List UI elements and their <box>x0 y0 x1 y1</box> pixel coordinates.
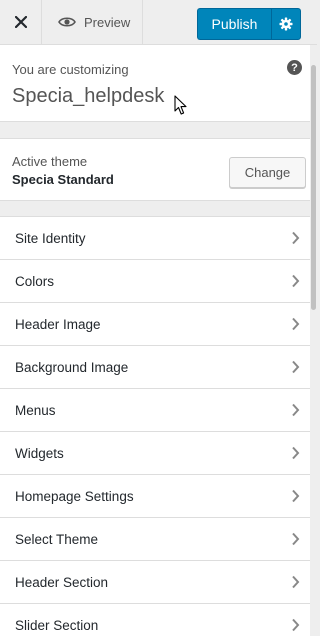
active-theme-name: Specia Standard <box>12 172 114 187</box>
active-theme-section: Active theme Specia Standard Change <box>0 138 310 201</box>
active-theme-label: Active theme <box>12 154 88 169</box>
menu-item-slider-section[interactable]: Slider Section <box>0 603 310 636</box>
menu-item-header-section[interactable]: Header Section <box>0 560 310 603</box>
chevron-right-icon <box>292 231 300 245</box>
menu-item-label: Header Section <box>15 574 109 590</box>
menu-item-label: Menus <box>15 402 56 418</box>
menu-item-widgets[interactable]: Widgets <box>0 431 310 474</box>
menu-item-label: Header Image <box>15 316 101 332</box>
chevron-right-icon <box>292 489 300 503</box>
menu-item-site-identity[interactable]: Site Identity <box>0 216 310 259</box>
publish-button[interactable]: Publish <box>197 8 271 40</box>
menu-item-colors[interactable]: Colors <box>0 259 310 302</box>
chevron-right-icon <box>292 575 300 589</box>
menu-item-label: Background Image <box>15 359 129 375</box>
gear-icon <box>279 17 293 31</box>
customizer-panel: Preview Publish You are customizing Spec… <box>0 0 317 636</box>
preview-label: Preview <box>84 14 131 30</box>
chevron-right-icon <box>292 317 300 331</box>
menu-item-menus[interactable]: Menus <box>0 388 310 431</box>
publish-label: Publish <box>211 16 258 32</box>
menu-item-label: Select Theme <box>15 531 99 547</box>
chevron-right-icon <box>292 360 300 374</box>
menu-item-label: Colors <box>15 273 55 289</box>
menu-item-homepage-settings[interactable]: Homepage Settings <box>0 474 310 517</box>
chevron-right-icon <box>292 446 300 460</box>
scrollbar-thumb[interactable] <box>311 65 316 310</box>
customizing-subtitle: You are customizing <box>12 62 129 77</box>
customizer-header: Preview Publish <box>0 0 317 45</box>
preview-button[interactable]: Preview <box>43 0 143 44</box>
menu-item-background-image[interactable]: Background Image <box>0 345 310 388</box>
chevron-right-icon <box>292 403 300 417</box>
change-theme-button[interactable]: Change <box>229 157 306 188</box>
chevron-right-icon <box>292 618 300 632</box>
menu-item-label: Slider Section <box>15 617 99 633</box>
chevron-right-icon <box>292 274 300 288</box>
menu-item-label: Widgets <box>15 445 64 461</box>
menu-item-label: Site Identity <box>15 230 86 246</box>
menu-item-select-theme[interactable]: Select Theme <box>0 517 310 560</box>
eye-icon <box>58 17 76 27</box>
site-name: Specia_helpdesk <box>12 85 165 107</box>
customizer-menu: Site Identity Colors Header Image Backgr… <box>0 216 310 636</box>
menu-item-label: Homepage Settings <box>15 488 134 504</box>
help-icon[interactable]: ? <box>287 60 302 75</box>
publish-settings-button[interactable] <box>271 8 301 40</box>
close-button[interactable] <box>0 0 42 44</box>
customizing-info: You are customizing Specia_helpdesk ? <box>0 45 310 122</box>
close-icon <box>14 16 27 28</box>
menu-item-header-image[interactable]: Header Image <box>0 302 310 345</box>
chevron-right-icon <box>292 532 300 546</box>
mouse-cursor-icon <box>174 95 187 115</box>
